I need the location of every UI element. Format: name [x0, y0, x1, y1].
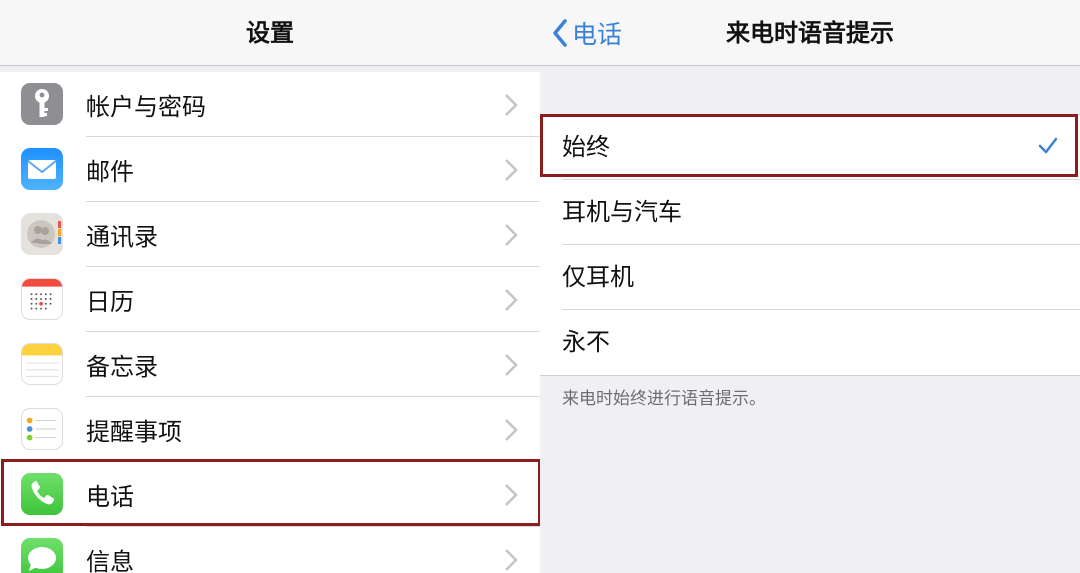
- chevron-right-icon: [505, 224, 518, 246]
- chevron-right-icon: [505, 94, 518, 116]
- option-headphones-only[interactable]: 仅耳机: [540, 245, 1080, 310]
- settings-item-messages[interactable]: 信息: [0, 527, 540, 573]
- settings-item-label: 通讯录: [86, 223, 158, 251]
- settings-item-label: 备忘录: [86, 353, 158, 381]
- chevron-right-icon: [505, 289, 518, 311]
- settings-item-label: 电话: [86, 483, 134, 511]
- footnote-text: 来电时始终进行语音提示。: [562, 389, 766, 409]
- settings-item-accounts-passwords[interactable]: 帐户与密码: [0, 72, 540, 137]
- back-button-label: 电话: [572, 20, 623, 49]
- announce-calls-pane: 电话 来电时语音提示 始终 耳机与汽车 仅耳机 永不 来电时始终进行语音提示。: [540, 0, 1080, 573]
- option-always[interactable]: 始终: [540, 115, 1080, 180]
- settings-item-label: 帐户与密码: [86, 93, 206, 121]
- settings-item-label: 信息: [86, 548, 134, 573]
- chevron-right-icon: [505, 549, 518, 571]
- chevron-right-icon: [505, 419, 518, 441]
- option-never[interactable]: 永不: [540, 310, 1080, 375]
- option-label: 耳机与汽车: [562, 198, 682, 226]
- chevron-right-icon: [505, 354, 518, 376]
- chevron-left-icon: [553, 19, 567, 47]
- notes-icon: [21, 343, 63, 385]
- page-title: 设置: [246, 19, 294, 47]
- settings-list: 帐户与密码 邮件 通讯录 日历 备忘录 提醒事项 电话 信息: [0, 72, 540, 573]
- settings-item-calendar[interactable]: 日历: [0, 267, 540, 332]
- option-headphones-car[interactable]: 耳机与汽车: [540, 180, 1080, 245]
- back-button[interactable]: 电话: [552, 0, 622, 66]
- phone-icon: [21, 473, 63, 515]
- chevron-right-icon: [505, 484, 518, 506]
- chevron-right-icon: [505, 159, 518, 181]
- settings-item-label: 邮件: [86, 158, 134, 186]
- checkmark-icon: [1038, 137, 1058, 154]
- key-icon: [21, 83, 63, 125]
- option-label: 始终: [562, 133, 610, 161]
- settings-item-contacts[interactable]: 通讯录: [0, 202, 540, 267]
- settings-pane: 设置 帐户与密码 邮件 通讯录 日历 备忘录 提醒事项 电话 信息: [0, 0, 540, 573]
- messages-icon: [21, 538, 63, 573]
- mail-icon: [21, 148, 63, 190]
- contacts-icon: [21, 213, 63, 255]
- settings-navbar: 设置: [0, 0, 540, 66]
- announce-options-list: 始终 耳机与汽车 仅耳机 永不: [540, 114, 1080, 376]
- settings-item-label: 提醒事项: [86, 418, 182, 446]
- announce-calls-navbar: 电话 来电时语音提示: [540, 0, 1080, 66]
- settings-item-label: 日历: [86, 288, 134, 316]
- settings-item-reminders[interactable]: 提醒事项: [0, 397, 540, 462]
- settings-item-notes[interactable]: 备忘录: [0, 332, 540, 397]
- settings-item-mail[interactable]: 邮件: [0, 137, 540, 202]
- calendar-icon: [21, 278, 63, 320]
- reminders-icon: [21, 408, 63, 450]
- option-label: 仅耳机: [562, 263, 634, 291]
- settings-item-phone[interactable]: 电话: [0, 462, 540, 527]
- option-label: 永不: [562, 328, 610, 356]
